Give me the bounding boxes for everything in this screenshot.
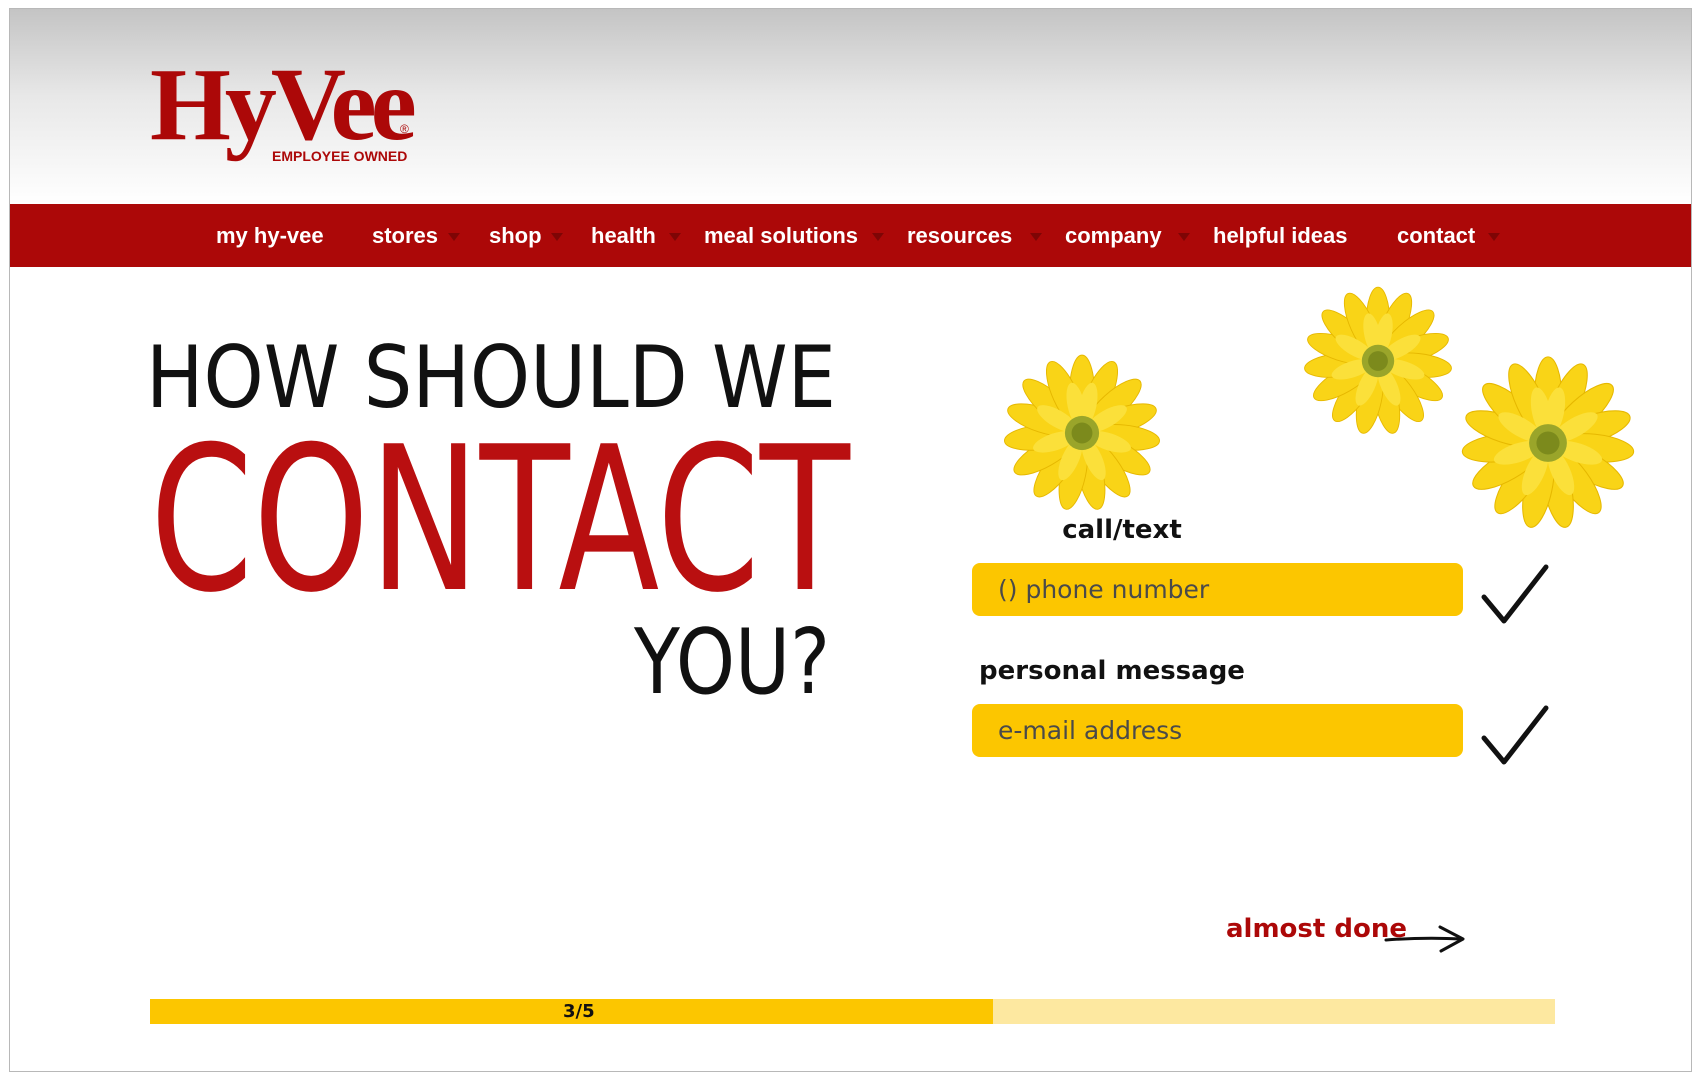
phone-checkmark-icon: [1481, 564, 1549, 624]
logo-tagline: EMPLOYEE OWNED: [272, 148, 407, 164]
nav-item-stores[interactable]: stores: [372, 204, 438, 267]
headline: HOW SHOULD WE CONTACT YOU?: [146, 329, 851, 715]
email-address-input[interactable]: [972, 704, 1463, 757]
nav-item-shop[interactable]: shop: [489, 204, 542, 267]
hyvee-logo[interactable]: HyVee EMPLOYEE OWNED ®: [150, 53, 450, 173]
headline-line-3: YOU?: [633, 610, 830, 715]
page-frame: HyVee EMPLOYEE OWNED ® my hy-vee stores sh…: [9, 8, 1692, 1072]
nav-item-health[interactable]: health: [591, 204, 656, 267]
call-text-label: call/text: [1062, 515, 1182, 545]
dropdown-caret-icon[interactable]: [448, 233, 460, 241]
phone-number-input[interactable]: [972, 563, 1463, 616]
registered-mark: ®: [400, 122, 409, 136]
email-checkmark-icon: [1481, 705, 1549, 765]
progress-step-label: 3/5: [563, 1001, 595, 1022]
headline-line-2: CONTACT: [150, 404, 851, 637]
personal-message-label: personal message: [979, 656, 1245, 686]
dropdown-caret-icon[interactable]: [872, 233, 884, 241]
daisy-icon-2: [1302, 286, 1454, 437]
logo-wordmark: HyVee: [150, 53, 415, 162]
nav-item-resources[interactable]: resources: [907, 204, 1012, 267]
arrow-right-icon[interactable]: [1384, 924, 1466, 954]
progress-bar: 3/5: [150, 999, 1555, 1024]
flower-decoration: [1002, 286, 1636, 529]
dropdown-caret-icon[interactable]: [1178, 233, 1190, 241]
dropdown-caret-icon[interactable]: [551, 233, 563, 241]
daisy-icon-1: [1002, 354, 1162, 513]
almost-done-link[interactable]: almost done: [1226, 914, 1407, 944]
dropdown-caret-icon[interactable]: [1030, 233, 1042, 241]
nav-item-helpful-ideas[interactable]: helpful ideas: [1213, 204, 1347, 267]
dropdown-caret-icon[interactable]: [1488, 233, 1500, 241]
daisy-icon-3: [1460, 356, 1636, 529]
nav-item-my-hy-vee[interactable]: my hy-vee: [216, 204, 324, 267]
dropdown-caret-icon[interactable]: [669, 233, 681, 241]
nav-item-meal-solutions[interactable]: meal solutions: [704, 204, 858, 267]
main-navigation: my hy-vee stores shop health meal solutions r…: [10, 204, 1691, 267]
nav-item-contact[interactable]: contact: [1397, 204, 1475, 267]
nav-item-company[interactable]: company: [1065, 204, 1162, 267]
site-header: HyVee EMPLOYEE OWNED ®: [10, 9, 1691, 204]
